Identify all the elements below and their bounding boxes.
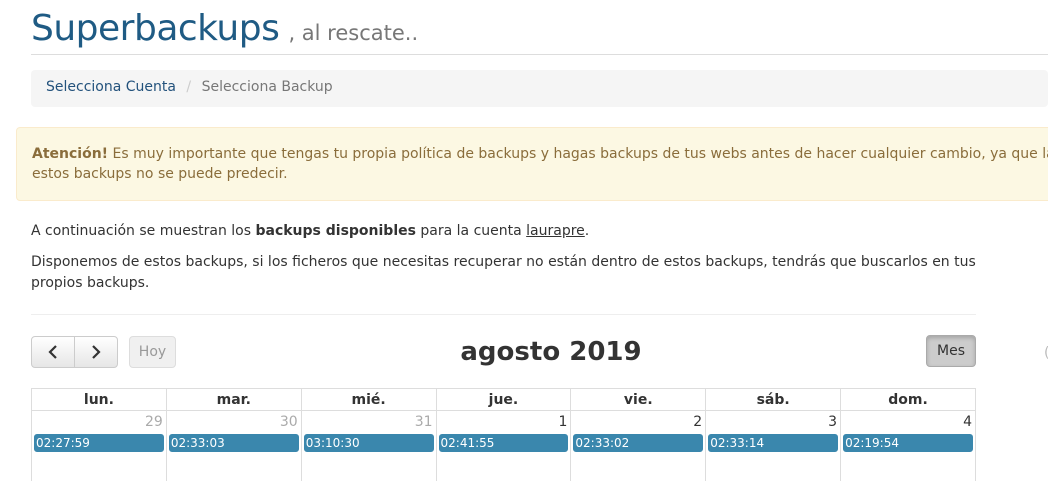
week-row: 29 02:27:59 30 02:33:03 31 03:10:30 1 02:41:… xyxy=(32,411,976,481)
intro-paragraph-2: Disponemos de estos backups, si los fich… xyxy=(31,252,976,294)
weekday-header: vie. xyxy=(571,389,706,411)
calendar-grid: lun. mar. mié. jue. vie. sáb. dom. 2902:… xyxy=(31,388,976,481)
prev-month-button[interactable] xyxy=(31,336,75,368)
backup-event[interactable]: 02:41:55 xyxy=(439,434,569,452)
page-header: Superbackups , al rescate.. xyxy=(31,8,1048,55)
backup-event[interactable]: 02:33:03 xyxy=(169,434,299,452)
day-cell[interactable]: 3 02:33:14 xyxy=(706,411,841,481)
day-cell[interactable]: 1 02:41:55 xyxy=(436,411,571,481)
calendar-title: agosto 2019 xyxy=(31,335,1048,369)
day-number: 4 xyxy=(841,411,975,432)
day-number: 3 xyxy=(706,411,840,432)
scroll-indicator: ( xyxy=(1044,345,1048,359)
backup-event[interactable]: 02:33:14 xyxy=(708,434,838,452)
day-cell[interactable]: 29 02:27:59 xyxy=(32,411,167,481)
intro-text: A continuación se muestran los backups d… xyxy=(31,221,976,304)
warning-alert: Atención! Es muy importante que tengas t… xyxy=(16,127,1048,201)
alert-text-line1: Es muy importante que tengas tu propia p… xyxy=(108,146,1048,162)
weekday-header: mié. xyxy=(301,389,436,411)
intro-p1-suffix: . xyxy=(585,223,589,239)
weekday-header: jue. xyxy=(436,389,571,411)
weekday-header: sáb. xyxy=(706,389,841,411)
divider xyxy=(31,314,976,315)
day-cell[interactable]: 31 03:10:30 xyxy=(301,411,436,481)
today-button[interactable]: Hoy xyxy=(129,336,176,368)
breadcrumb-separator: / xyxy=(186,79,191,95)
weekday-header: lun. xyxy=(32,389,167,411)
next-month-button[interactable] xyxy=(74,336,118,368)
alert-strong: Atención! xyxy=(32,146,108,162)
backup-event[interactable]: 03:10:30 xyxy=(304,434,434,452)
weekday-header: mar. xyxy=(166,389,301,411)
day-number: 30 xyxy=(167,411,301,432)
alert-text-line2: estos backups no se puede predecir. xyxy=(32,164,1040,184)
breadcrumb-item-select-backup: Selecciona Backup xyxy=(202,79,333,95)
intro-p1-prefix: A continuación se muestran los xyxy=(31,223,255,239)
app-title: Superbackups xyxy=(31,8,279,49)
day-number: 2 xyxy=(571,411,705,432)
backup-event[interactable]: 02:33:02 xyxy=(573,434,703,452)
month-view-button[interactable]: Mes xyxy=(926,335,976,367)
breadcrumb-item-select-account[interactable]: Selecciona Cuenta xyxy=(46,79,176,95)
weekday-header: dom. xyxy=(841,389,976,411)
intro-paragraph-1: A continuación se muestran los backups d… xyxy=(31,221,976,242)
day-number: 1 xyxy=(437,411,571,432)
backup-event[interactable]: 02:27:59 xyxy=(34,434,164,452)
weekday-header-row: lun. mar. mié. jue. vie. sáb. dom. xyxy=(32,389,976,411)
backup-event[interactable]: 02:19:54 xyxy=(843,434,973,452)
account-name: laurapre xyxy=(526,223,585,239)
intro-p1-mid: para la cuenta xyxy=(416,223,526,239)
day-cell[interactable]: 4 02:19:54 xyxy=(841,411,976,481)
breadcrumb: Selecciona Cuenta / Selecciona Backup xyxy=(31,70,1048,107)
app-tagline: , al rescate.. xyxy=(288,21,418,45)
chevron-left-icon xyxy=(48,345,58,359)
calendar-toolbar: agosto 2019 Hoy Mes xyxy=(31,335,976,369)
chevron-right-icon xyxy=(91,345,101,359)
day-cell[interactable]: 2 02:33:02 xyxy=(571,411,706,481)
day-number: 29 xyxy=(32,411,166,432)
intro-p1-bold: backups disponibles xyxy=(255,223,415,239)
day-number: 31 xyxy=(302,411,436,432)
day-cell[interactable]: 30 02:33:03 xyxy=(166,411,301,481)
